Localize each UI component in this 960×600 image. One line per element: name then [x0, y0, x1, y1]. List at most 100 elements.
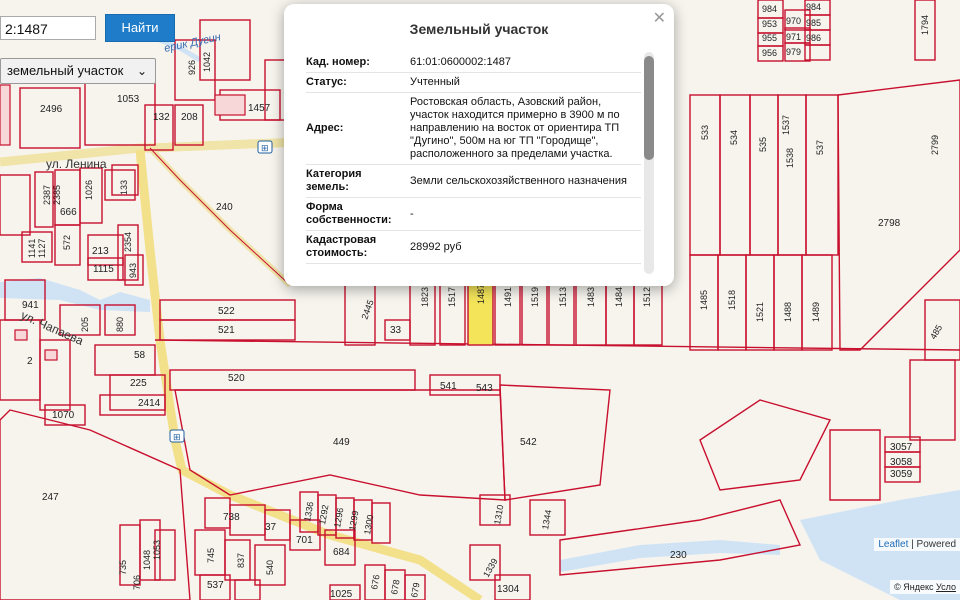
svg-text:1300: 1300	[362, 514, 375, 535]
svg-text:979: 979	[786, 47, 801, 57]
svg-text:1115: 1115	[93, 264, 114, 275]
svg-text:2: 2	[27, 356, 33, 367]
svg-text:1296: 1296	[332, 507, 345, 528]
attribute-key: Кадастровая стоимость:	[306, 230, 410, 264]
svg-text:3058: 3058	[890, 457, 913, 468]
svg-text:1127: 1127	[37, 239, 47, 258]
svg-text:880: 880	[115, 317, 125, 332]
svg-text:684: 684	[333, 547, 350, 558]
popup-title: Земельный участок	[409, 21, 549, 37]
svg-text:1517: 1517	[447, 287, 457, 307]
svg-text:521: 521	[218, 325, 235, 336]
street-label-chapaeva: ул. Чапаева	[19, 308, 86, 348]
chevron-down-icon: ⌄	[136, 64, 147, 78]
attribution-separator: |	[908, 539, 917, 550]
attribute-row: Статус: Учтенный	[306, 72, 641, 93]
attribute-key: Адрес:	[306, 92, 410, 165]
bus-stop-icon[interactable]: ⊞	[169, 429, 185, 443]
svg-text:1512: 1512	[642, 287, 652, 307]
svg-text:1538: 1538	[785, 148, 795, 168]
svg-text:2387: 2387	[42, 185, 52, 205]
svg-text:2385: 2385	[52, 185, 62, 205]
svg-text:230: 230	[670, 550, 687, 561]
svg-text:837: 837	[236, 553, 246, 568]
svg-text:2799: 2799	[930, 135, 940, 155]
bus-stop-icon[interactable]: ⊞	[257, 140, 273, 154]
svg-text:1048: 1048	[142, 550, 152, 570]
svg-text:205: 205	[80, 317, 90, 332]
terms-link[interactable]: Усло	[936, 582, 956, 592]
svg-text:522: 522	[218, 306, 235, 317]
attribute-key: Кад. номер:	[306, 53, 410, 73]
svg-text:1491: 1491	[503, 287, 513, 307]
cadastral-search-input[interactable]: 2:1487	[0, 16, 96, 40]
svg-text:1070: 1070	[52, 410, 75, 421]
svg-text:2354: 2354	[123, 232, 133, 252]
selected-parcel-label[interactable]: 1487	[476, 284, 486, 304]
svg-text:133: 133	[119, 180, 129, 195]
svg-text:⊞: ⊞	[173, 432, 181, 442]
parcel-attributes-table: Кад. номер: 61:01:0600002:1487 Статус: Учт…	[306, 53, 641, 264]
attribute-row: Кадастровая стоимость: 28992 руб	[306, 230, 641, 264]
layer-type-value: земельный участок	[7, 63, 124, 78]
svg-text:449: 449	[333, 437, 350, 448]
attribute-value: Ростовская область, Азовский район, учас…	[410, 92, 641, 165]
attribute-key: Категория земель:	[306, 164, 410, 198]
svg-text:1141: 1141	[27, 239, 37, 258]
svg-text:2414: 2414	[138, 398, 161, 409]
svg-text:1053: 1053	[152, 540, 162, 560]
svg-text:2445: 2445	[359, 298, 375, 320]
svg-text:33: 33	[390, 325, 402, 336]
svg-text:1299: 1299	[347, 510, 360, 531]
attribute-value: 61:01:0600002:1487	[410, 53, 641, 73]
svg-text:1042: 1042	[202, 52, 212, 72]
popup-scrollbar[interactable]	[644, 52, 654, 274]
leaflet-link[interactable]: Leaflet	[878, 539, 908, 550]
svg-text:1025: 1025	[330, 589, 353, 600]
svg-text:984: 984	[762, 4, 777, 14]
svg-text:208: 208	[181, 112, 198, 123]
svg-text:2798: 2798	[878, 218, 901, 229]
svg-text:738: 738	[223, 512, 240, 523]
map-attribution: Leaflet | Powered	[874, 538, 960, 551]
attribute-key: Статус:	[306, 72, 410, 93]
svg-text:706: 706	[132, 575, 142, 590]
attribute-value: 28992 руб	[410, 230, 641, 264]
svg-text:984: 984	[806, 2, 821, 12]
attribute-value: Учтенный	[410, 72, 641, 93]
svg-text:1537: 1537	[781, 115, 791, 135]
svg-text:540: 540	[265, 560, 275, 575]
svg-text:1484: 1484	[614, 287, 624, 307]
popup-content[interactable]: Кад. номер: 61:01:0600002:1487 Статус: Учт…	[306, 53, 641, 275]
svg-text:37: 37	[265, 522, 277, 533]
svg-text:1344: 1344	[540, 509, 553, 530]
search-button[interactable]: Найти	[105, 14, 175, 42]
svg-text:535: 535	[758, 137, 768, 152]
svg-text:953: 953	[762, 19, 777, 29]
svg-text:520: 520	[228, 373, 245, 384]
svg-text:240: 240	[216, 202, 233, 213]
svg-text:943: 943	[128, 263, 138, 278]
svg-text:970: 970	[786, 16, 801, 26]
svg-text:986: 986	[806, 33, 821, 43]
svg-text:485: 485	[928, 323, 944, 341]
svg-text:1489: 1489	[811, 302, 821, 322]
scrollbar-thumb[interactable]	[644, 56, 654, 160]
attribute-value: Земли сельскохозяйственного назначения	[410, 164, 641, 198]
attribute-row: Адрес: Ростовская область, Азовский район…	[306, 92, 641, 165]
svg-text:971: 971	[786, 32, 801, 42]
powered-by-text: Powered	[916, 539, 956, 550]
svg-text:1513: 1513	[558, 287, 568, 307]
svg-text:1485: 1485	[699, 290, 709, 310]
svg-text:666: 666	[60, 207, 77, 218]
svg-text:58: 58	[134, 350, 146, 361]
svg-text:678: 678	[389, 579, 401, 596]
svg-text:3059: 3059	[890, 469, 913, 480]
svg-text:1053: 1053	[117, 94, 140, 105]
attribute-row: Кад. номер: 61:01:0600002:1487	[306, 53, 641, 73]
svg-text:572: 572	[62, 235, 72, 250]
svg-text:1304: 1304	[497, 584, 520, 595]
layer-type-select[interactable]: земельный участок ⌄	[0, 58, 156, 84]
svg-text:1457: 1457	[248, 103, 271, 114]
svg-text:1823: 1823	[420, 287, 430, 307]
